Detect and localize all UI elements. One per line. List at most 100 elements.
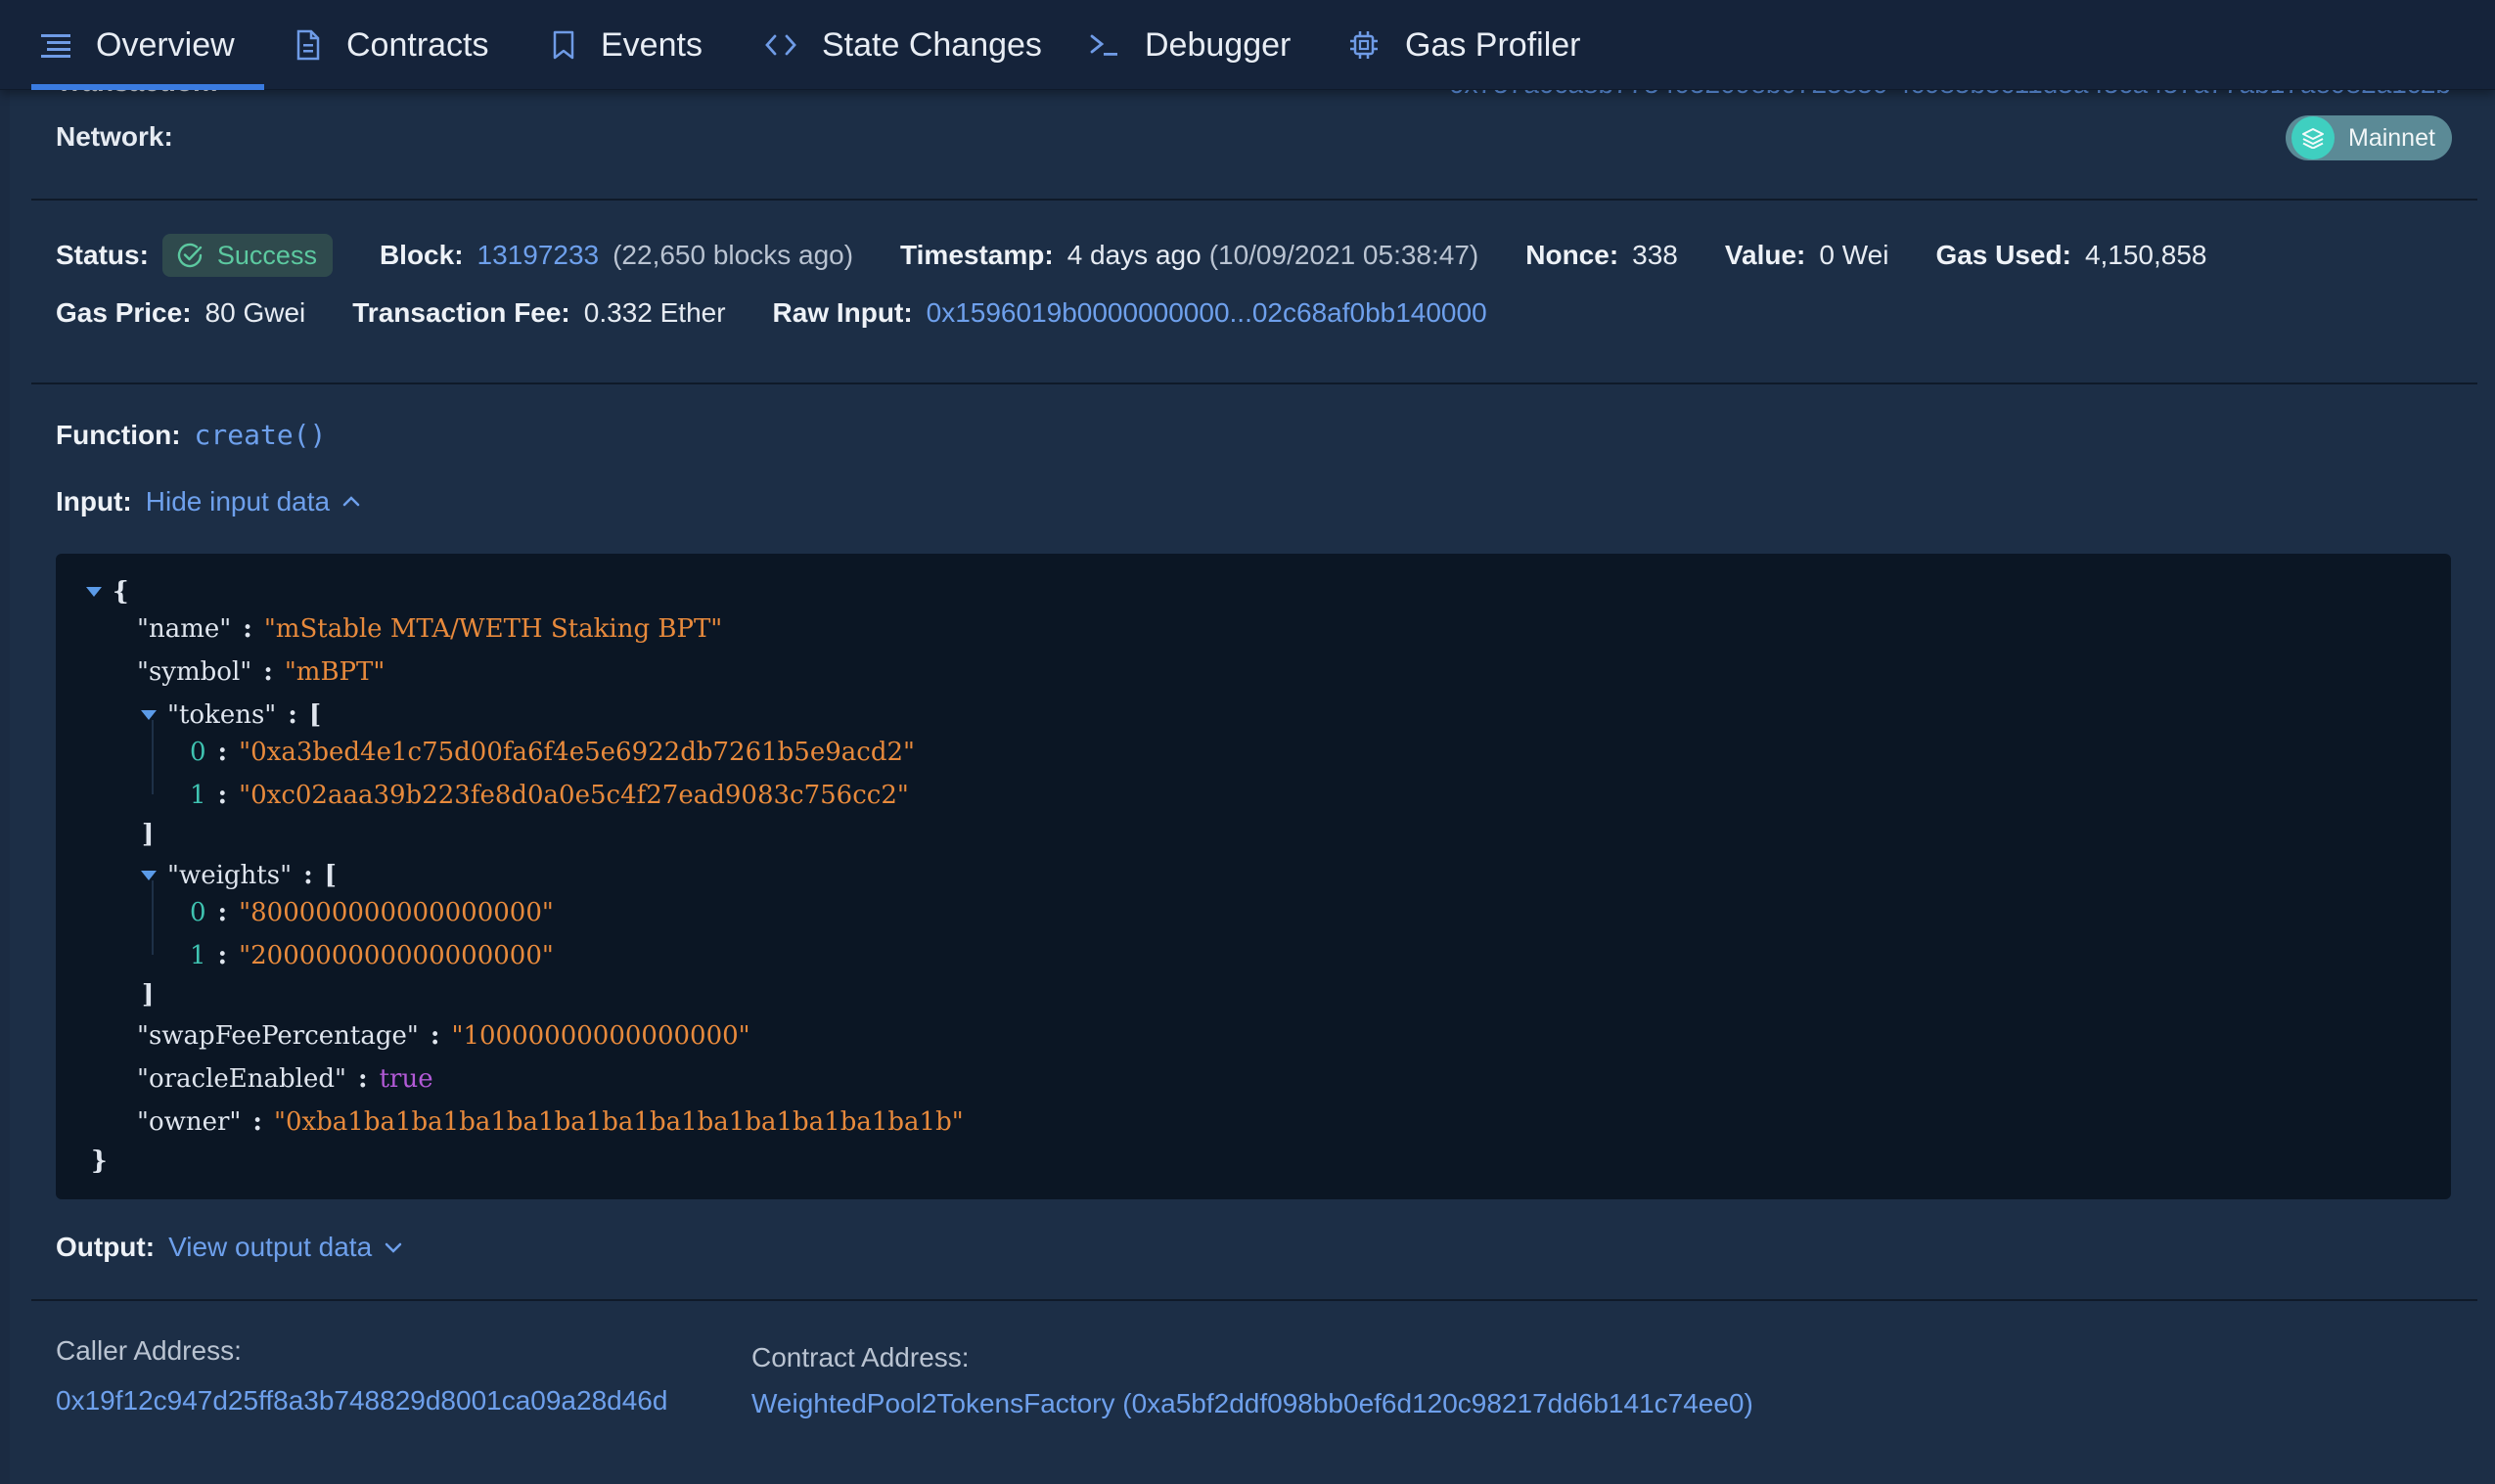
json-array-item: 0 : "800000000000000000" <box>190 898 554 927</box>
json-colon: : <box>263 657 273 687</box>
timestamp-exact: (10/09/2021 05:38:47) <box>1208 240 1479 270</box>
json-colon: : <box>217 781 228 810</box>
tab-label: Events <box>601 25 703 64</box>
json-root-close: } <box>91 1147 108 1176</box>
json-index: 1 <box>190 941 206 970</box>
timestamp-value: 4 days ago <box>1066 240 1202 270</box>
json-key: "weights" <box>167 861 293 890</box>
nonce-value: 338 <box>1632 240 1678 270</box>
tab-label: State Changes <box>822 25 1042 64</box>
json-colon: : <box>243 614 252 644</box>
divider <box>31 1299 2477 1301</box>
json-colon: : <box>288 700 297 730</box>
raw-input-link[interactable]: 0x1596019b0000000000...02c68af0bb140000 <box>927 297 1487 329</box>
raw-input-label: Raw Input: <box>772 297 913 328</box>
hide-input-toggle[interactable]: Hide input data <box>146 486 361 517</box>
terminal-icon <box>1090 32 1119 58</box>
block-ago: (22,650 blocks ago) <box>612 240 854 270</box>
divider <box>31 199 2477 201</box>
json-line-name: "name" : "mStable MTA/WETH Staking BPT" <box>137 614 722 644</box>
collapse-triangle-icon[interactable] <box>85 586 103 598</box>
json-index: 0 <box>190 738 206 767</box>
json-key: "oracleEnabled" <box>137 1064 346 1094</box>
collapse-triangle-icon[interactable] <box>140 870 158 881</box>
details-row-2: Gas Price: 80 Gwei Transaction Fee: 0.33… <box>56 297 1487 329</box>
layers-icon <box>2291 116 2335 159</box>
json-open-bracket: [ <box>324 861 337 890</box>
json-string-value: "200000000000000000" <box>239 941 554 970</box>
network-badge: Mainnet <box>2286 115 2452 160</box>
json-close-brace: } <box>91 1147 108 1176</box>
json-root-line: { <box>85 577 129 607</box>
value-value: 0 Wei <box>1819 240 1889 270</box>
input-data-viewer: { "name" : "mStable MTA/WETH Staking BPT… <box>56 554 2451 1199</box>
tab-label: Debugger <box>1145 25 1292 64</box>
json-key: "swapFeePercentage" <box>137 1021 419 1051</box>
contract-address-link[interactable]: WeightedPool2TokensFactory (0xa5bf2ddf09… <box>751 1388 1753 1419</box>
tab-state-changes[interactable]: State Changes <box>765 0 1042 90</box>
caller-address-link[interactable]: 0x19f12c947d25ff8a3b748829d8001ca09a28d4… <box>56 1385 667 1417</box>
network-value: Mainnet <box>2348 123 2435 152</box>
value-label: Value: <box>1724 240 1806 270</box>
tab-overview[interactable]: Overview <box>31 0 264 90</box>
tab-label: Gas Profiler <box>1405 25 1581 64</box>
json-colon: : <box>357 1064 368 1094</box>
caller-address-label: Caller Address: <box>56 1335 242 1366</box>
tab-debugger[interactable]: Debugger <box>1090 0 1291 90</box>
function-label: Function: <box>56 419 181 450</box>
json-colon: : <box>217 898 228 927</box>
function-row: Function: create() <box>56 419 326 451</box>
json-string-value: "mBPT" <box>284 657 386 687</box>
json-string-value: "0xba1ba1ba1ba1ba1ba1ba1ba1ba1ba1ba1ba1b… <box>274 1107 964 1137</box>
divider <box>31 382 2477 384</box>
indent-guide <box>152 880 154 955</box>
gas-used-value: 4,150,858 <box>2084 240 2207 270</box>
json-colon: : <box>430 1021 440 1051</box>
collapse-triangle-icon[interactable] <box>140 709 158 721</box>
timestamp-label: Timestamp: <box>900 240 1054 270</box>
bookmark-icon <box>552 30 575 60</box>
input-row: Input: Hide input data <box>56 486 361 517</box>
tab-contracts[interactable]: Contracts <box>295 0 489 90</box>
json-open-bracket: [ <box>308 700 322 730</box>
json-colon: : <box>217 941 228 970</box>
view-output-label: View output data <box>168 1232 373 1262</box>
status-value: Success <box>216 240 317 270</box>
chevron-down-icon <box>384 1240 403 1254</box>
network-label: Network: <box>56 121 173 152</box>
function-name: create() <box>194 419 327 451</box>
json-array-item: 0 : "0xa3bed4e1c75d00fa6f4e5e6922db7261b… <box>190 738 915 767</box>
json-index: 0 <box>190 898 206 927</box>
tab-gas-profiler[interactable]: Gas Profiler <box>1348 0 1581 90</box>
contract-address-label: Contract Address: <box>751 1342 970 1372</box>
json-close-bracket: ] <box>142 820 155 849</box>
block-link[interactable]: 13197233 <box>477 240 600 271</box>
block-label: Block: <box>379 240 464 270</box>
json-line-oracle: "oracleEnabled" : true <box>137 1064 433 1094</box>
output-label: Output: <box>56 1232 156 1262</box>
view-output-toggle[interactable]: View output data <box>168 1232 403 1263</box>
code-brackets-icon <box>765 33 796 57</box>
json-array-item: 1 : "0xc02aaa39b223fe8d0a0e5c4f27ead9083… <box>190 781 909 810</box>
json-line-weights: "weights" : [ <box>140 861 337 890</box>
output-row: Output: View output data <box>56 1232 403 1263</box>
list-icon <box>41 32 70 58</box>
input-label: Input: <box>56 486 132 517</box>
json-key: "owner" <box>137 1107 242 1137</box>
json-close-bracket-line: ] <box>142 980 154 1010</box>
json-array-item: 1 : "200000000000000000" <box>190 941 554 970</box>
gas-used-label: Gas Used: <box>1935 240 2071 270</box>
json-key: "symbol" <box>137 657 252 687</box>
json-key: "name" <box>137 614 232 644</box>
json-colon: : <box>252 1107 262 1137</box>
gas-price-value: 80 Gwei <box>204 297 306 328</box>
status-label: Status: <box>56 240 149 270</box>
json-string-value: "mStable MTA/WETH Staking BPT" <box>263 614 723 644</box>
json-string-value: "800000000000000000" <box>239 898 554 927</box>
json-string-value: "10000000000000000" <box>451 1021 750 1051</box>
json-close-bracket: ] <box>142 980 155 1010</box>
json-key: "tokens" <box>167 700 277 730</box>
details-row-1: Status: Success Block: 13197233 (22,650 … <box>56 234 2207 277</box>
hide-input-label: Hide input data <box>145 486 331 517</box>
tab-events[interactable]: Events <box>552 0 703 90</box>
